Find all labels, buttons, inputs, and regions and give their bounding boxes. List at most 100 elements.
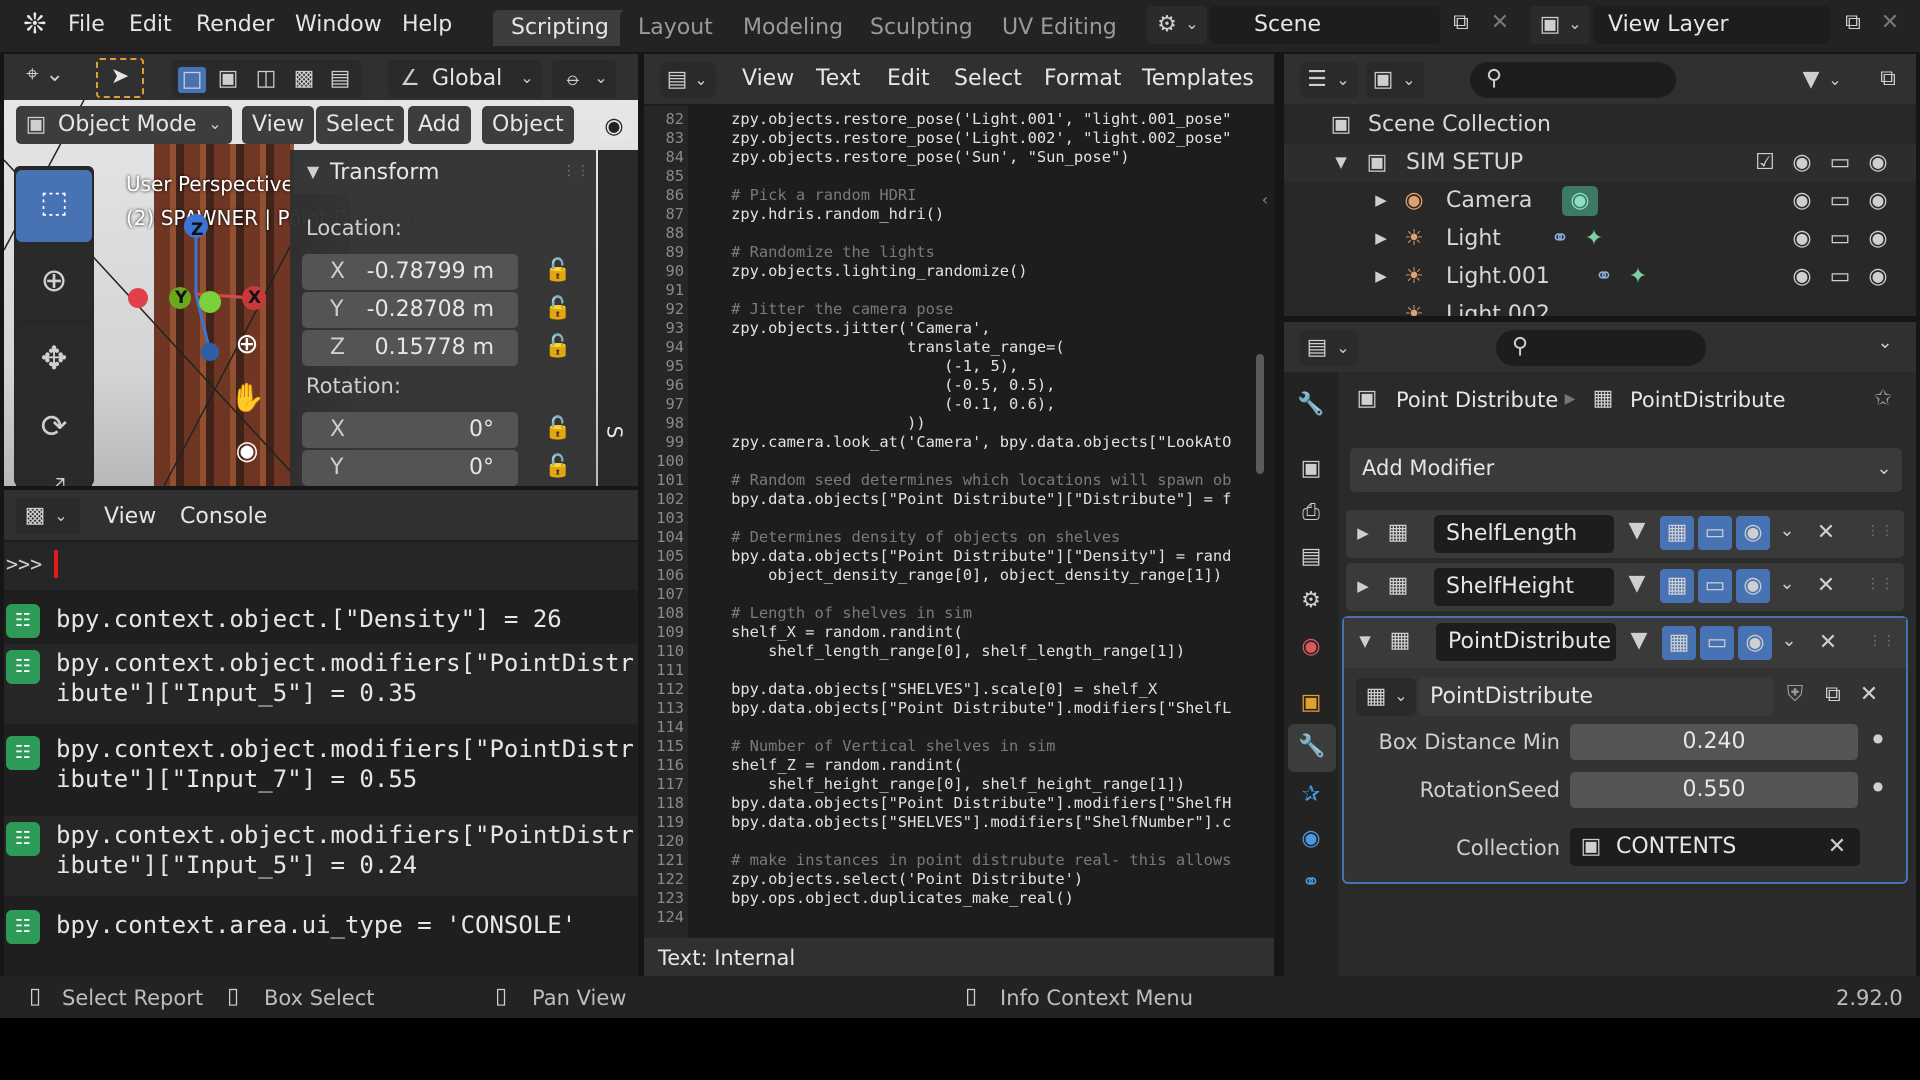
select-tool-button[interactable]: ⬚ bbox=[16, 170, 92, 242]
expand-triangle-icon[interactable]: ▶ bbox=[1372, 269, 1390, 284]
eye-icon[interactable]: ◉ bbox=[1788, 228, 1816, 250]
editor-type-3d-icon[interactable]: ⌖ ⌄ bbox=[20, 64, 70, 86]
console-menu-console[interactable]: Console bbox=[180, 504, 267, 529]
editor-type-console-button[interactable]: ▩ ⌄ bbox=[16, 498, 80, 534]
render-camera-icon[interactable]: ◉ bbox=[1864, 228, 1892, 250]
drag-grip-icon[interactable]: ⋮⋮ bbox=[1866, 524, 1894, 538]
menu-help[interactable]: Help bbox=[402, 12, 452, 37]
rotate-tool-button[interactable]: ⟳ bbox=[16, 392, 92, 464]
box-distance-min-field[interactable]: 0.240 bbox=[1570, 724, 1858, 760]
modifier-pointdistribute-header[interactable]: ▼ ▦ PointDistribute ▼ ▦ ▭ ◉ ⌄ ✕ ⋮⋮ bbox=[1344, 618, 1906, 668]
3d-viewport[interactable]: ⌖ ⌄ ➤ □ ▣ ◫ ▩ ▤ Global ∠ ⌄ ⦵ ⌄ ▣ Object … bbox=[4, 54, 638, 486]
node-group-name-field[interactable]: PointDistribute bbox=[1418, 678, 1774, 716]
drag-grip-icon[interactable]: ⋮⋮ bbox=[1866, 577, 1894, 591]
location-x-field[interactable]: X -0.78799 m bbox=[302, 254, 518, 290]
viewport-menu-add[interactable]: Add bbox=[408, 106, 471, 144]
realtime-display-icon[interactable]: ▭ bbox=[1698, 569, 1732, 603]
menu-render[interactable]: Render bbox=[196, 12, 274, 37]
selection-mode-group[interactable]: □ ▣ ◫ ▩ ▤ bbox=[172, 60, 362, 98]
light-data-icon[interactable]: ✦ bbox=[1580, 228, 1608, 250]
pan-hand-icon[interactable]: ✋ bbox=[230, 384, 265, 412]
unlink-close-icon[interactable]: ✕ bbox=[1854, 684, 1884, 706]
render-toggle-icon[interactable]: ◉ bbox=[1738, 626, 1772, 660]
menu-window[interactable]: Window bbox=[295, 12, 382, 37]
modifier-shelflength[interactable]: ▶ ▦ ShelfLength ▼ ▦ ▭ ◉ ⌄ ✕ ⋮⋮ bbox=[1346, 510, 1904, 558]
mode-invert-icon[interactable]: ▩ bbox=[290, 68, 318, 90]
new-view-layer-icon[interactable]: ⧉ bbox=[1838, 12, 1868, 34]
outliner-filter-button[interactable]: ▼ ⌄ bbox=[1794, 62, 1852, 98]
collapse-triangle-icon[interactable]: ▼ bbox=[1356, 634, 1374, 649]
text-menu-select[interactable]: Select bbox=[954, 66, 1022, 91]
location-y-field[interactable]: Y -0.28708 m bbox=[302, 292, 518, 328]
tool-settings-icon[interactable]: 🔧 bbox=[1296, 394, 1326, 416]
mode-extend-icon[interactable]: ▣ bbox=[214, 68, 242, 90]
text-menu-format[interactable]: Format bbox=[1044, 66, 1122, 91]
chevron-down-icon[interactable]: ⌄ bbox=[1778, 632, 1800, 650]
editor-type-outliner-button[interactable]: ☰ ⌄ bbox=[1300, 62, 1358, 98]
new-scene-icon[interactable]: ⧉ bbox=[1446, 12, 1476, 34]
monitor-icon[interactable]: ▭ bbox=[1826, 152, 1854, 174]
viewport-menu-select[interactable]: Select bbox=[316, 106, 404, 144]
outliner-row-light-001[interactable]: ▶ ☀ Light.001 ⚭ ✦ ◉ ▭ ◉ bbox=[1284, 258, 1916, 296]
menu-file[interactable]: File bbox=[68, 12, 105, 37]
eye-icon[interactable]: ◉ bbox=[1788, 190, 1816, 212]
monitor-icon[interactable]: ▭ bbox=[1826, 228, 1854, 250]
location-z-field[interactable]: Z 0.15778 m bbox=[302, 330, 518, 366]
properties-search-input[interactable]: ⚲ bbox=[1496, 330, 1706, 366]
display-mode-button[interactable]: ▣ ⌄ bbox=[1366, 62, 1424, 98]
render-camera-icon[interactable]: ◉ bbox=[1864, 266, 1892, 288]
cursor-tool-button[interactable]: ⊕ bbox=[16, 246, 92, 318]
delete-view-layer-icon[interactable]: ✕ bbox=[1876, 12, 1904, 34]
text-menu-view[interactable]: View bbox=[742, 66, 794, 91]
rotation-seed-field[interactable]: 0.550 bbox=[1570, 772, 1858, 808]
clear-close-icon[interactable]: ✕ bbox=[1824, 836, 1850, 858]
close-icon[interactable]: ✕ bbox=[1814, 575, 1838, 597]
expand-triangle-icon[interactable]: ▶ bbox=[1354, 579, 1372, 594]
text-menu-edit[interactable]: Edit bbox=[887, 66, 930, 91]
console-input-line[interactable]: >>> bbox=[4, 542, 638, 590]
render-toggle-icon[interactable]: ◉ bbox=[1736, 569, 1770, 603]
realtime-display-icon[interactable]: ▭ bbox=[1698, 516, 1732, 550]
modifier-properties-tab[interactable]: 🔧 bbox=[1288, 724, 1336, 772]
expand-triangle-icon[interactable]: ▶ bbox=[1354, 526, 1372, 541]
sidebar-tab-item[interactable]: S bbox=[602, 426, 626, 439]
viewport-menu-object[interactable]: Object bbox=[482, 106, 574, 144]
mode-intersect-icon[interactable]: ▤ bbox=[326, 68, 354, 90]
modifier-name-field[interactable]: PointDistribute bbox=[1436, 623, 1616, 661]
move-tool-button[interactable]: ✥ bbox=[16, 324, 92, 396]
camera-view-icon[interactable]: ◉ bbox=[230, 438, 264, 464]
editor-type-properties-button[interactable]: ▤ ⌄ bbox=[1300, 330, 1358, 366]
duplicate-icon[interactable]: ⧉ bbox=[1818, 684, 1848, 706]
collection-field[interactable]: ▣ CONTENTS ✕ bbox=[1570, 828, 1860, 866]
scene-properties-icon[interactable]: ⚙ bbox=[1296, 590, 1326, 612]
collapse-triangle-icon[interactable]: ▼ bbox=[1332, 155, 1350, 170]
outliner-row-camera[interactable]: ▶ ◉ Camera ◉ ◉ ▭ ◉ bbox=[1284, 182, 1916, 220]
mode-set-icon[interactable]: □ bbox=[178, 67, 206, 93]
chevron-down-icon[interactable]: ⌄ bbox=[1874, 334, 1896, 352]
report-item[interactable]: ☷ bpy.context.object.["Density"] = 26 bbox=[4, 594, 638, 646]
keyframe-dot-icon[interactable]: ● bbox=[1870, 732, 1886, 744]
tab-layout[interactable]: Layout bbox=[620, 10, 731, 46]
outliner-row-light[interactable]: ▶ ☀ Light ⚭ ✦ ◉ ▭ ◉ bbox=[1284, 220, 1916, 258]
object-mode-dropdown[interactable]: ▣ Object Mode ⌄ bbox=[16, 106, 232, 144]
lock-icon[interactable]: 🔓 bbox=[544, 456, 572, 478]
keyframe-dot-icon[interactable]: ● bbox=[1870, 780, 1886, 792]
rotation-y-field[interactable]: Y 0° bbox=[302, 450, 518, 486]
report-item[interactable]: ☷ bpy.context.object.modifiers["PointDis… bbox=[4, 730, 638, 810]
edit-mode-icon[interactable]: ▼ bbox=[1622, 573, 1652, 595]
console-menu-view[interactable]: View bbox=[104, 504, 156, 529]
checkbox-icon[interactable]: ☑ bbox=[1752, 152, 1778, 174]
outliner-search-input[interactable]: ⚲ bbox=[1470, 62, 1676, 98]
constraint-icon[interactable]: ⚭ bbox=[1590, 266, 1618, 288]
chevron-down-icon[interactable]: ⌄ bbox=[1776, 575, 1798, 593]
text-editor[interactable]: ▤ ⌄ View Text Edit Select Format Templat… bbox=[644, 54, 1274, 980]
scale-tool-button[interactable]: ⤢ bbox=[16, 462, 92, 486]
report-item[interactable]: ☷ bpy.context.object.modifiers["PointDis… bbox=[4, 816, 638, 896]
blender-logo-icon[interactable]: ❊ bbox=[18, 10, 52, 42]
mode-subtract-icon[interactable]: ◫ bbox=[252, 68, 280, 90]
menu-edit[interactable]: Edit bbox=[129, 12, 172, 37]
monitor-icon[interactable]: ▭ bbox=[1826, 190, 1854, 212]
cage-icon[interactable]: ▦ bbox=[1662, 626, 1696, 660]
lock-icon[interactable]: 🔓 bbox=[544, 336, 572, 358]
lock-icon[interactable]: 🔓 bbox=[544, 298, 572, 320]
